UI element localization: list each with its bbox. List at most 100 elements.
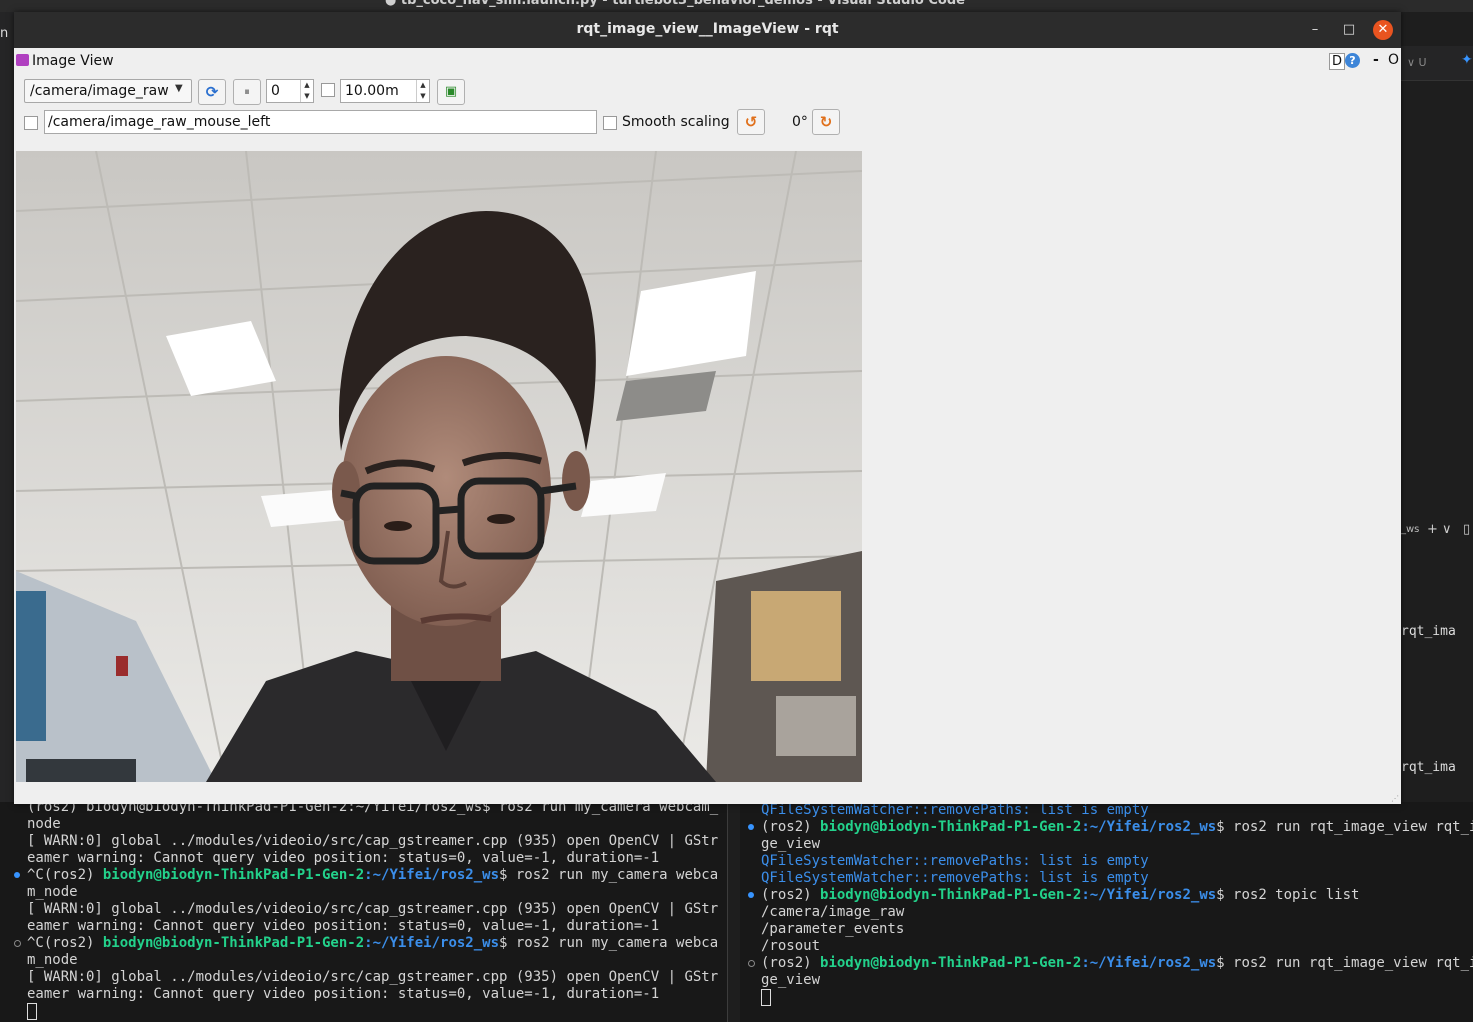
camera-frame-image [16, 151, 862, 782]
terminal-line: [ WARN:0] global ../modules/videoio/src/… [27, 833, 719, 849]
terminal-prompt-path: :~/Yifei/ros2_ws [1081, 819, 1217, 835]
terminal-prompt-cmd: $ ros2 run my_camera webca [499, 867, 719, 883]
rotate-right-icon: ↻ [819, 113, 833, 131]
python-icon: ✦ [1461, 52, 1473, 68]
terminal-prompt-user: biodyn@biodyn-ThinkPad-P1-Gen-2 [102, 935, 365, 951]
pause-icon: ⏸ [244, 85, 250, 98]
camera-image-display[interactable] [16, 151, 862, 782]
refresh-topics-button[interactable]: ⟳ [198, 79, 226, 105]
save-icon: ▣ [444, 84, 458, 99]
terminal-right[interactable]: QFileSystemWatcher::removePaths: list is… [740, 802, 1473, 1022]
vscode-left-strip: n [0, 12, 14, 802]
terminal-line: ^C(ros2) biodyn@biodyn-ThinkPad-P1-Gen-2… [27, 935, 718, 952]
max-range-spinbox[interactable]: 10.00m ▲ ▼ [340, 79, 430, 103]
terminal-prompt-user: biodyn@biodyn-ThinkPad-P1-Gen-2 [820, 955, 1082, 971]
terminal-ws-label: _ws [1401, 524, 1420, 535]
terminal-line: ge_view [761, 836, 821, 852]
command-status-dot [748, 892, 754, 898]
plugin-options-button[interactable]: O [1388, 52, 1399, 68]
publish-topic-value: /camera/image_raw_mouse_left [48, 114, 271, 130]
terminal-divider[interactable] [727, 802, 741, 1022]
vscode-titlebar: ● tb_coco_nav_sim.launch.py - turtlebot3… [0, 0, 1473, 12]
close-button[interactable]: ✕ [1373, 20, 1393, 40]
terminal-prompt-pre: (ros2) [761, 955, 821, 971]
terminal-prompt-user: biodyn@biodyn-ThinkPad-P1-Gen-2 [102, 867, 365, 883]
terminal-line: m_node [27, 884, 78, 900]
maximize-button[interactable]: □ [1339, 20, 1359, 40]
command-status-dot [14, 940, 21, 947]
terminal-line: node [27, 816, 61, 832]
chevron-down-icon: ▼ [175, 83, 183, 94]
publish-topic-input[interactable]: /camera/image_raw_mouse_left [44, 110, 597, 134]
rotate-right-button[interactable]: ↻ [812, 109, 840, 135]
new-terminal-button[interactable]: + ∨ [1427, 522, 1452, 537]
terminal-line: eamer warning: Cannot query video positi… [27, 918, 660, 934]
minimize-button[interactable]: – [1305, 20, 1325, 40]
resize-grip[interactable]: ⋰ [1391, 794, 1399, 803]
pause-button[interactable]: ⏸ [233, 79, 261, 105]
publish-click-checkbox[interactable] [24, 116, 38, 130]
terminal-line: (ros2) biodyn@biodyn-ThinkPad-P1-Gen-2:~… [761, 955, 1473, 972]
rotate-left-icon: ↺ [744, 113, 758, 131]
rotation-label: 0° [792, 114, 808, 130]
terminal-line: QFileSystemWatcher::removePaths: list is… [761, 802, 1149, 818]
smooth-scaling-checkbox[interactable] [603, 116, 617, 130]
plugin-dock-button[interactable]: D [1329, 53, 1346, 70]
rqt-titlebar[interactable]: rqt_image_view__ImageView - rqt – □ ✕ [14, 12, 1401, 48]
terminal-line: m_node [27, 952, 78, 968]
spin-arrows-icon[interactable]: ▲ ▼ [300, 80, 313, 102]
topic-select-value: /camera/image_raw [30, 83, 169, 99]
terminal-prompt-path: :~/Yifei/ros2_ws [1081, 887, 1217, 903]
vscode-window-title: ● tb_coco_nav_sim.launch.py - turtlebot3… [385, 0, 965, 8]
terminal-line: [ WARN:0] global ../modules/videoio/src/… [27, 969, 719, 985]
truncated-terminal-text: rqt_ima [1401, 624, 1456, 639]
zoom-spinbox[interactable]: 0 ▲ ▼ [266, 79, 314, 103]
max-range-value: 10.00m [345, 83, 399, 99]
terminal-prompt-path: :~/Yifei/ros2_ws [364, 867, 500, 883]
topic-select-combobox[interactable]: /camera/image_raw ▼ [24, 79, 192, 103]
terminal-prompt-cmd: $ ros2 run rqt_image_view rqt_ima [1216, 819, 1473, 835]
terminal-prompt-path: :~/Yifei/ros2_ws [364, 935, 500, 951]
terminal-line: eamer warning: Cannot query video positi… [27, 850, 660, 866]
command-status-dot [14, 872, 20, 878]
rqt-window: rqt_image_view__ImageView - rqt – □ ✕ Im… [14, 12, 1401, 804]
help-icon[interactable]: ? [1345, 53, 1360, 68]
terminal-prompt-cmd: $ ros2 topic list [1216, 887, 1360, 903]
terminal-line: /parameter_events [761, 921, 905, 937]
terminal-line: ge_view [761, 972, 821, 988]
terminal-line: QFileSystemWatcher::removePaths: list is… [761, 870, 1149, 886]
zoom-value: 0 [271, 83, 280, 99]
terminal-line: ^C(ros2) biodyn@biodyn-ThinkPad-P1-Gen-2… [27, 867, 718, 884]
editor-tab-label[interactable]: ∨ U [1407, 56, 1427, 69]
smooth-scaling-label: Smooth scaling [622, 114, 730, 130]
terminal-line: (ros2) biodyn@biodyn-ThinkPad-P1-Gen-2:~… [27, 802, 719, 815]
terminal-line: /camera/image_raw [761, 904, 905, 920]
terminal-line: (ros2) biodyn@biodyn-ThinkPad-P1-Gen-2:~… [761, 819, 1473, 836]
terminal-cursor [27, 1003, 37, 1021]
left-edge-char: n [0, 26, 9, 41]
spin-arrows-icon[interactable]: ▲ ▼ [416, 80, 429, 102]
split-terminal-icon[interactable]: ▯ [1463, 522, 1470, 537]
plugin-minimize-button[interactable]: - [1373, 52, 1379, 68]
terminal-prompt-user: biodyn@biodyn-ThinkPad-P1-Gen-2 [820, 819, 1082, 835]
command-status-dot [748, 960, 755, 967]
terminal-line: QFileSystemWatcher::removePaths: list is… [761, 853, 1149, 869]
dynamic-range-checkbox[interactable] [321, 83, 335, 97]
terminal-left[interactable]: (ros2) biodyn@biodyn-ThinkPad-P1-Gen-2:~… [0, 802, 727, 1022]
terminal-cursor [761, 989, 771, 1007]
terminal-prompt-cmd: $ ros2 run my_camera webca [499, 935, 719, 951]
vscode-editor-tabs[interactable]: ∨ U ✦ [1401, 46, 1473, 81]
terminal-prompt-pre: (ros2) [761, 887, 821, 903]
terminal-prompt-pre: ^C(ros2) [27, 867, 103, 883]
terminal-prompt-pre: ^C(ros2) [27, 935, 103, 951]
save-image-button[interactable]: ▣ [437, 79, 465, 105]
plugin-title: Image View [32, 53, 114, 69]
terminal-prompt-user: biodyn@biodyn-ThinkPad-P1-Gen-2 [820, 887, 1082, 903]
terminal-prompt-pre: (ros2) [761, 819, 821, 835]
rotate-left-button[interactable]: ↺ [737, 109, 765, 135]
refresh-icon: ⟳ [205, 83, 219, 101]
rqt-window-title: rqt_image_view__ImageView - rqt [576, 21, 839, 37]
terminal-prompt-cmd: $ ros2 run rqt_image_view rqt_ima [1216, 955, 1473, 971]
terminal-prompt-path: :~/Yifei/ros2_ws [1081, 955, 1217, 971]
image-view-plugin-icon [16, 54, 29, 66]
